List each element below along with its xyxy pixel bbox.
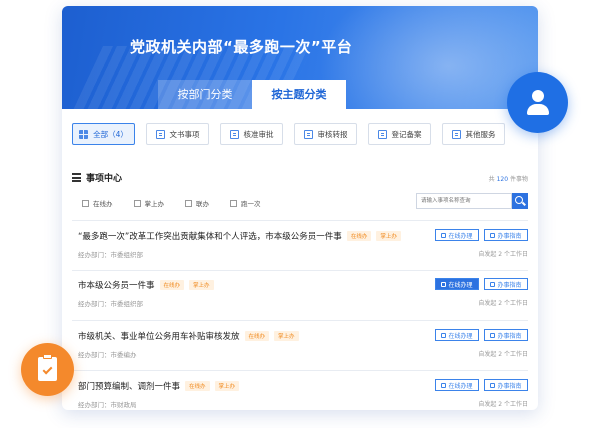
- edit-icon: [441, 382, 447, 388]
- tag-mobile: 掌上办: [274, 331, 299, 341]
- guide-icon: [490, 232, 496, 238]
- tag-mobile: 掌上办: [376, 231, 401, 241]
- item-meta: 自发起 2 个工作日: [478, 251, 528, 258]
- section-title: 事项中心: [86, 174, 123, 184]
- guide-icon: [490, 332, 496, 338]
- item-meta: 自发起 2 个工作日: [478, 351, 528, 358]
- item-department: 经办部门：市委组织部: [78, 300, 143, 308]
- task-clipboard-button[interactable]: [21, 343, 74, 396]
- checkbox-box[interactable]: [133, 199, 141, 207]
- tag-online: 在线办: [159, 280, 185, 290]
- checkbox-online[interactable]: 在线办: [82, 198, 113, 208]
- item-department: 经办部门：市财政局: [78, 401, 137, 409]
- checkbox-box[interactable]: [230, 199, 237, 207]
- tag-online: 在线办: [346, 231, 372, 241]
- edit-icon: [441, 332, 447, 338]
- guide-button[interactable]: 办事指南: [484, 229, 528, 241]
- category-tabs: 按部门分类 按主题分类: [158, 80, 346, 109]
- list-icon: [72, 173, 81, 182]
- search-icon[interactable]: [512, 193, 528, 209]
- online-handle-button[interactable]: 在线办理: [435, 329, 479, 341]
- item-department: 经办部门：市委组织部: [78, 251, 143, 259]
- list-item: “最多跑一次”改革工作突出贡献集体和个人评选，市本级公务员一件事 在线办 掌上办…: [78, 229, 528, 274]
- document-icon: [155, 129, 165, 139]
- edit-icon: [441, 281, 447, 287]
- hero-banner: 党政机关内部“最多跑一次”平台 按部门分类 按主题分类: [62, 6, 538, 109]
- list-item: 市级机关、事业单位公务用车补贴审核发放 在线办 掌上办 经办部门：市委编办 在线…: [78, 329, 528, 374]
- approval-icon: [229, 129, 239, 139]
- guide-button[interactable]: 办事指南: [484, 379, 528, 391]
- guide-button[interactable]: 办事指南: [484, 329, 528, 341]
- filter-other[interactable]: 其他服务: [442, 123, 505, 145]
- review-icon: [303, 129, 313, 139]
- checkbox-once[interactable]: 跑一次: [230, 198, 261, 208]
- filter-review[interactable]: 审核转报: [294, 123, 357, 145]
- filter-all[interactable]: 全部（4）: [72, 123, 135, 145]
- filter-register[interactable]: 登记备案: [368, 123, 431, 145]
- section-header: 事项中心 共 120 件事物: [72, 171, 528, 185]
- online-handle-button[interactable]: 在线办理: [435, 278, 479, 290]
- item-title[interactable]: 市级机关、事业单位公务用车补贴审核发放: [78, 330, 240, 342]
- divider: [72, 270, 528, 271]
- service-icon: [451, 129, 461, 139]
- tab-by-department[interactable]: 按部门分类: [158, 80, 252, 109]
- filter-documents[interactable]: 文书事项: [146, 123, 209, 145]
- tag-mobile: 掌上办: [189, 280, 214, 290]
- guide-button[interactable]: 办事指南: [484, 278, 528, 290]
- page-title: 党政机关内部“最多跑一次”平台: [130, 38, 353, 56]
- divider: [72, 320, 528, 321]
- tag-online: 在线办: [244, 331, 270, 341]
- guide-icon: [490, 382, 496, 388]
- online-handle-button[interactable]: 在线办理: [435, 379, 479, 391]
- item-meta: 自发起 2 个工作日: [478, 300, 528, 307]
- search-bar: [416, 193, 528, 209]
- search-input[interactable]: [416, 193, 512, 209]
- platform-card: 党政机关内部“最多跑一次”平台 按部门分类 按主题分类 全部（4） 文书事项 核…: [62, 6, 538, 410]
- item-department: 经办部门：市委编办: [78, 351, 137, 359]
- guide-icon: [490, 281, 496, 287]
- filter-bar: 全部（4） 文书事项 核准审批 审核转报 登记备案 其他服务: [72, 123, 528, 145]
- item-title[interactable]: 部门预算编制、调剂一件事: [78, 380, 180, 392]
- item-count: 共 120 件事物: [488, 176, 528, 183]
- list-item: 市本级公务员一件事 在线办 掌上办 经办部门：市委组织部 在线办理 办事指南 自…: [78, 278, 528, 323]
- filter-approval[interactable]: 核准审批: [220, 123, 283, 145]
- register-icon: [377, 129, 387, 139]
- edit-icon: [441, 232, 447, 238]
- tag-mobile: 掌上办: [214, 381, 240, 391]
- item-title[interactable]: 市本级公务员一件事: [78, 279, 155, 291]
- user-avatar-button[interactable]: [507, 72, 568, 133]
- item-title[interactable]: “最多跑一次”改革工作突出贡献集体和个人评选，市本级公务员一件事: [78, 230, 342, 242]
- divider: [72, 220, 528, 221]
- user-icon: [532, 90, 544, 102]
- grid-icon: [79, 129, 89, 139]
- checkbox-box[interactable]: [185, 199, 192, 207]
- mode-checkboxes: 在线办 掌上办 联办 跑一次: [82, 198, 261, 208]
- list-item: 部门预算编制、调剂一件事 在线办 掌上办 经办部门：市财政局 在线办理 办事指南…: [78, 379, 528, 410]
- divider: [72, 370, 528, 371]
- online-handle-button[interactable]: 在线办理: [435, 229, 479, 241]
- tab-by-theme[interactable]: 按主题分类: [252, 80, 346, 109]
- checkbox-mobile[interactable]: 掌上办: [133, 198, 164, 208]
- checkbox-joint[interactable]: 联办: [185, 198, 209, 208]
- tag-online: 在线办: [185, 381, 210, 391]
- checkbox-box[interactable]: [82, 199, 89, 207]
- item-meta: 自发起 2 个工作日: [478, 401, 528, 408]
